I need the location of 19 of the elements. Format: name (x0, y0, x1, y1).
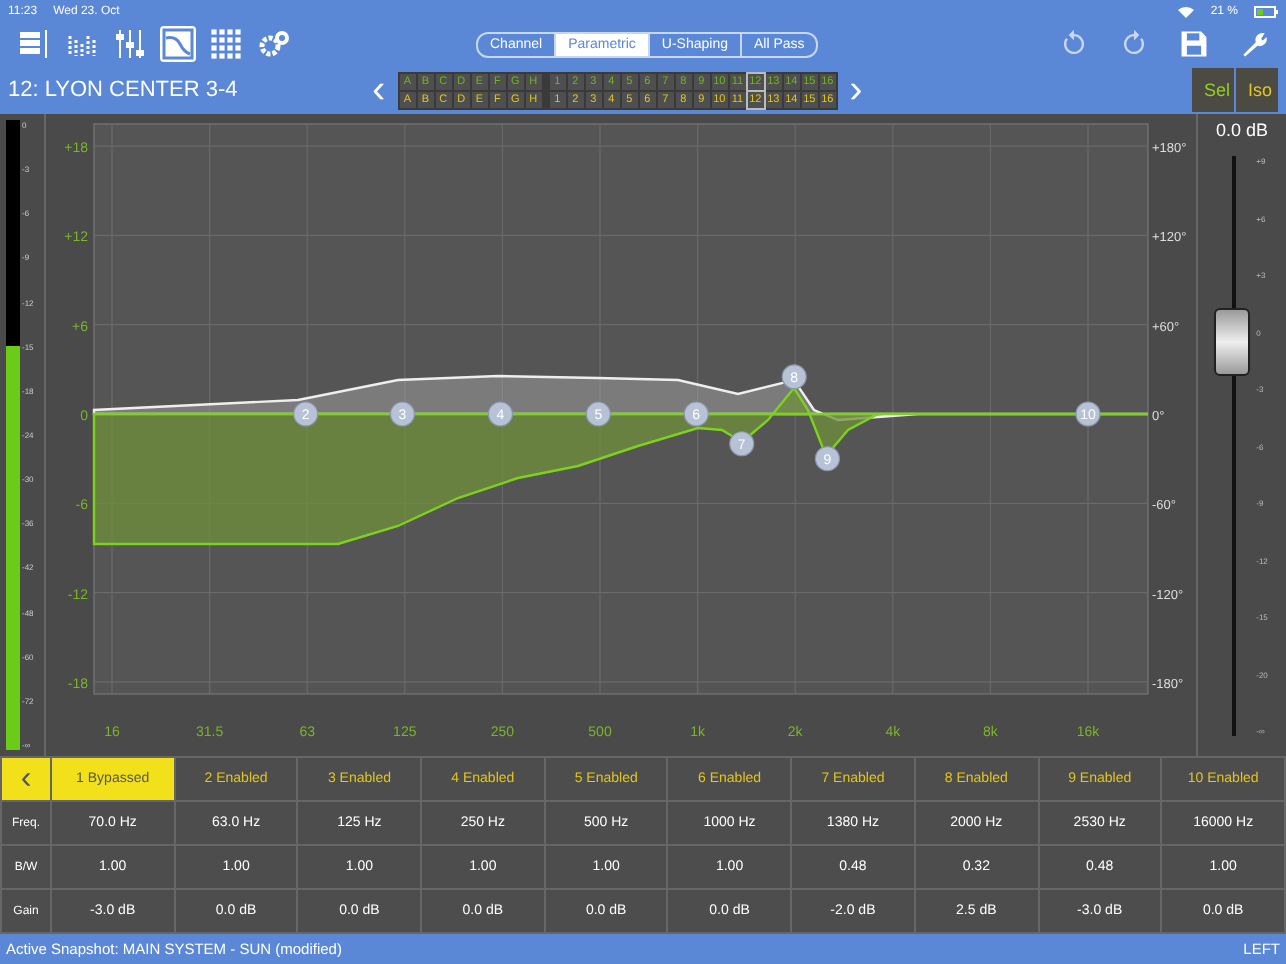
next-channel-button[interactable]: › (837, 70, 875, 110)
fader-handle[interactable] (1214, 307, 1251, 376)
rack-view-button[interactable] (16, 26, 52, 62)
save-icon[interactable] (1178, 28, 1210, 60)
eq-view-button[interactable] (160, 26, 196, 62)
undo-icon[interactable] (1058, 28, 1090, 60)
iso-button[interactable]: Iso (1236, 68, 1278, 112)
grid-view-button[interactable] (208, 26, 244, 62)
battery-icon (1254, 5, 1278, 17)
faders-view-button[interactable] (112, 26, 148, 62)
fader-reading: 0.0 dB (1215, 120, 1269, 140)
back-button[interactable]: ‹ (2, 758, 50, 800)
redo-icon[interactable] (1118, 28, 1150, 60)
wrench-icon[interactable] (1238, 28, 1270, 60)
wifi-icon (1178, 5, 1195, 17)
previous-channel-button[interactable]: ‹ (360, 70, 398, 110)
gears-view-button[interactable] (256, 26, 292, 62)
channel-title: 12: LYON CENTER 3-4 (8, 78, 240, 102)
sel-button[interactable]: Sel (1192, 68, 1234, 112)
